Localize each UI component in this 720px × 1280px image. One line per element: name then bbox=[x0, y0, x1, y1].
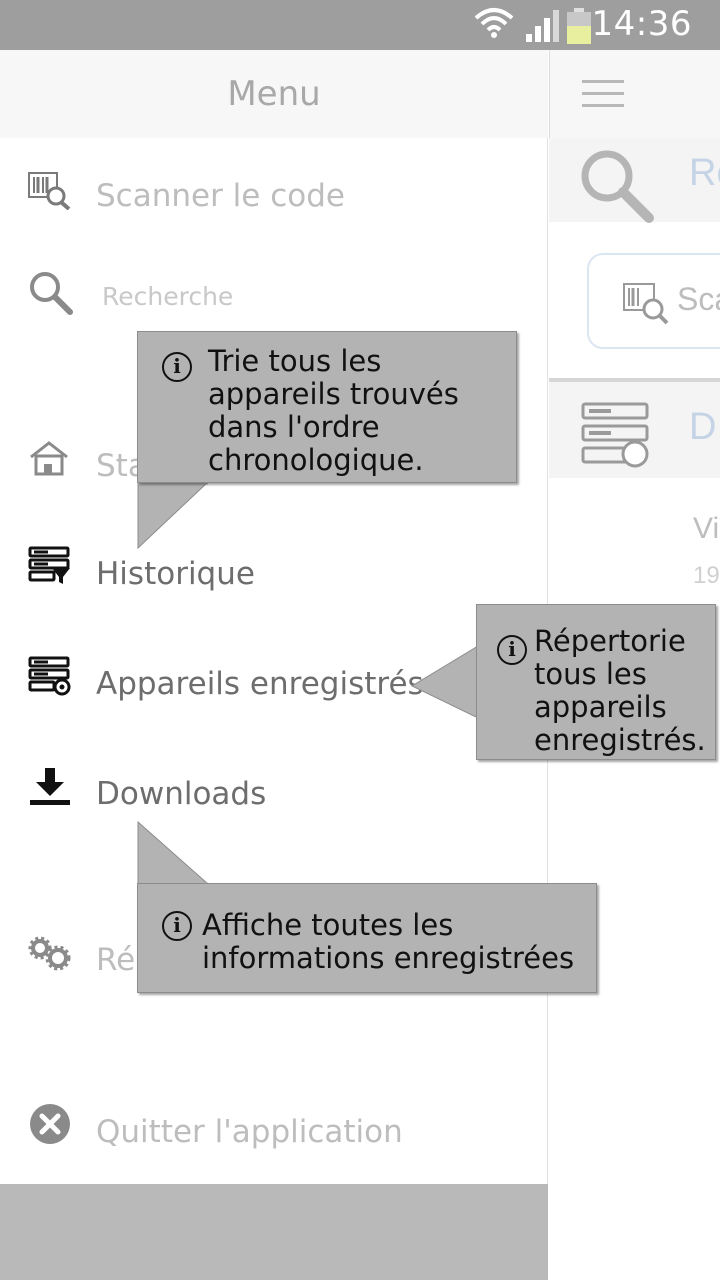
tooltip-text: Répertorie tous les appareils enregistré… bbox=[534, 624, 706, 757]
tooltip-pointer bbox=[137, 482, 209, 550]
registered-devices-icon bbox=[28, 656, 71, 696]
menu-item-label: Downloads bbox=[96, 776, 267, 812]
tooltip-text: Affiche toutes les informations enregist… bbox=[202, 908, 575, 975]
history-filter-icon bbox=[28, 546, 70, 584]
scan-code-button[interactable]: Sca bbox=[587, 253, 720, 349]
signal-icon bbox=[526, 10, 559, 42]
info-icon: i bbox=[162, 352, 192, 382]
tooltip-text: Trie tous les appareils trouvés dans l'o… bbox=[208, 344, 459, 477]
menu-item-label: Scanner le code bbox=[96, 178, 345, 214]
app-bar bbox=[549, 50, 720, 138]
info-icon: i bbox=[497, 635, 527, 665]
tooltip-registered-devices: i Répertorie tous les appareils enregist… bbox=[476, 604, 716, 760]
tooltip-downloads: i Affiche toutes les informations enregi… bbox=[137, 883, 597, 993]
barcode-scan-icon bbox=[28, 172, 71, 210]
device-row-detail: 19 bbox=[693, 562, 720, 589]
wifi-icon bbox=[474, 8, 514, 38]
menu-item-search[interactable]: Recherche bbox=[0, 256, 548, 336]
tooltip-pointer bbox=[410, 645, 480, 719]
battery-icon bbox=[567, 8, 591, 44]
menu-item-label: Appareils enregistrés bbox=[96, 666, 424, 702]
drawer-footer bbox=[0, 1184, 548, 1280]
menu-item-label: Historique bbox=[96, 556, 255, 592]
menu-item-quit[interactable]: Quitter l'application bbox=[0, 1092, 548, 1172]
search-section-title: Re bbox=[689, 152, 720, 194]
status-time: 14:36 bbox=[591, 4, 692, 44]
close-circle-icon bbox=[30, 1104, 70, 1144]
devices-section-title: D bbox=[689, 406, 717, 448]
menu-item-scan-code[interactable]: Scanner le code bbox=[0, 158, 548, 238]
gear-icon bbox=[28, 936, 71, 971]
menu-item-label: Recherche bbox=[102, 282, 234, 311]
drawer-title: Menu bbox=[227, 74, 321, 114]
scan-code-button-label: Sca bbox=[677, 281, 720, 317]
info-icon: i bbox=[162, 911, 192, 941]
search-icon bbox=[581, 150, 654, 223]
device-row-name[interactable]: Vi bbox=[693, 512, 719, 546]
menu-item-label: Quitter l'application bbox=[96, 1114, 403, 1150]
tooltip-history: i Trie tous les appareils trouvés dans l… bbox=[137, 331, 517, 483]
barcode-scan-icon bbox=[623, 283, 669, 325]
home-icon bbox=[30, 441, 68, 476]
menu-item-history[interactable]: Historique bbox=[0, 536, 548, 616]
menu-item-downloads[interactable]: Downloads bbox=[0, 756, 548, 836]
registered-devices-icon bbox=[581, 402, 649, 468]
hamburger-menu-icon[interactable] bbox=[582, 80, 624, 110]
search-icon bbox=[30, 272, 73, 315]
drawer-header: Menu bbox=[0, 50, 548, 138]
status-bar: 14:36 bbox=[0, 0, 720, 50]
tooltip-pointer bbox=[137, 820, 210, 886]
download-icon bbox=[30, 768, 70, 805]
